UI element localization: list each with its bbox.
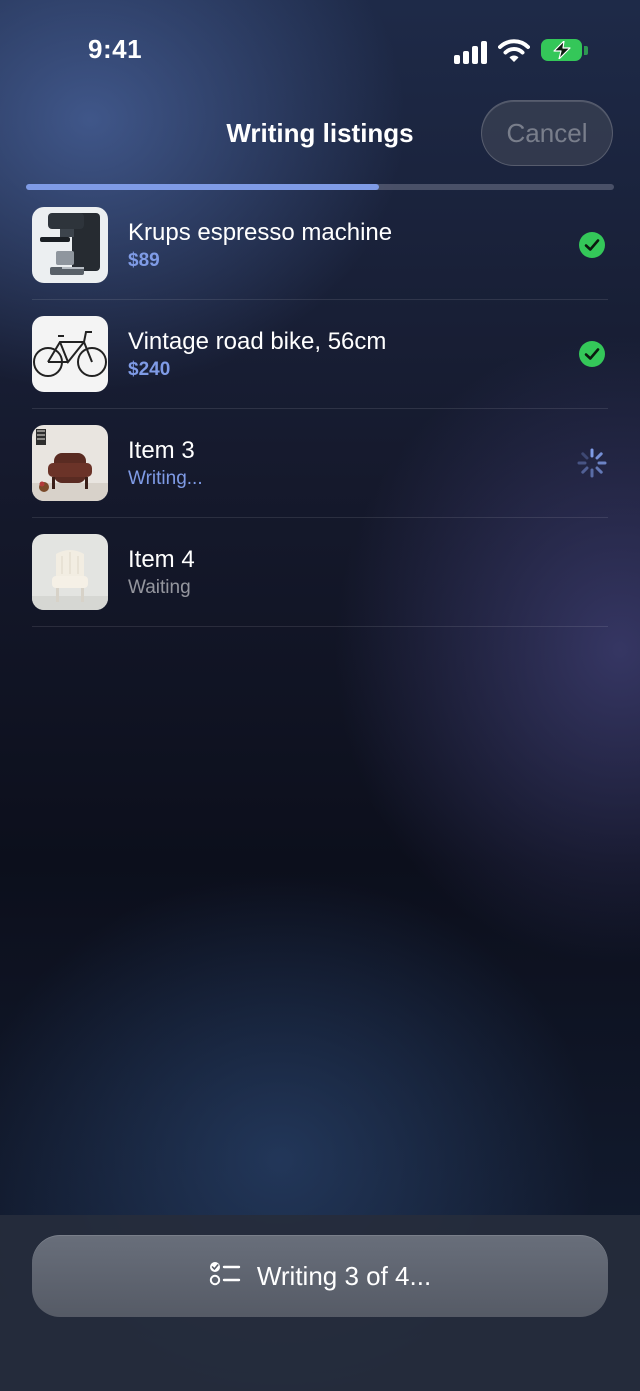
progress-bar-fill [26,184,379,190]
item-status-text: Writing... [128,468,203,489]
white-chair-photo [32,534,108,610]
armchair-photo [32,425,108,501]
wifi-icon [498,38,530,64]
list-item[interactable]: Item 4 Waiting [32,518,608,627]
check-circle-icon [578,340,606,368]
item-status-text: Waiting [128,577,191,598]
progress-bar [26,184,614,190]
progress-status-label: Writing 3 of 4... [256,1260,432,1291]
nav-header: Writing listings Cancel [0,96,640,176]
checklist-icon [209,1261,241,1292]
item-title: Krups espresso machine [128,219,393,246]
item-title: Item 3 [128,437,195,464]
status-time: 9:41 [88,34,143,64]
list-item[interactable]: Krups espresso machine $89 [32,191,608,300]
cellular-signal-icon [454,40,488,64]
list-item[interactable]: Vintage road bike, 56cm $240 [32,300,608,409]
item-price: $240 [128,359,171,380]
status-bar: 9:41 [0,0,640,100]
road-bike-photo [32,316,108,392]
battery-charging-icon [541,39,589,63]
item-title: Item 4 [128,546,195,573]
progress-status-button[interactable]: Writing 3 of 4... [32,1235,608,1317]
item-price: $89 [128,250,160,271]
listing-list: Krups espresso machine $89 Vintage road … [32,191,608,627]
item-title: Vintage road bike, 56cm [128,328,387,355]
spinner-icon [577,448,607,478]
cancel-button[interactable]: Cancel [481,100,613,166]
check-circle-icon [578,231,606,259]
espresso-machine-photo [32,207,108,283]
list-item[interactable]: Item 3 Writing... [32,409,608,518]
bottom-bar: Writing 3 of 4... [0,1215,640,1391]
